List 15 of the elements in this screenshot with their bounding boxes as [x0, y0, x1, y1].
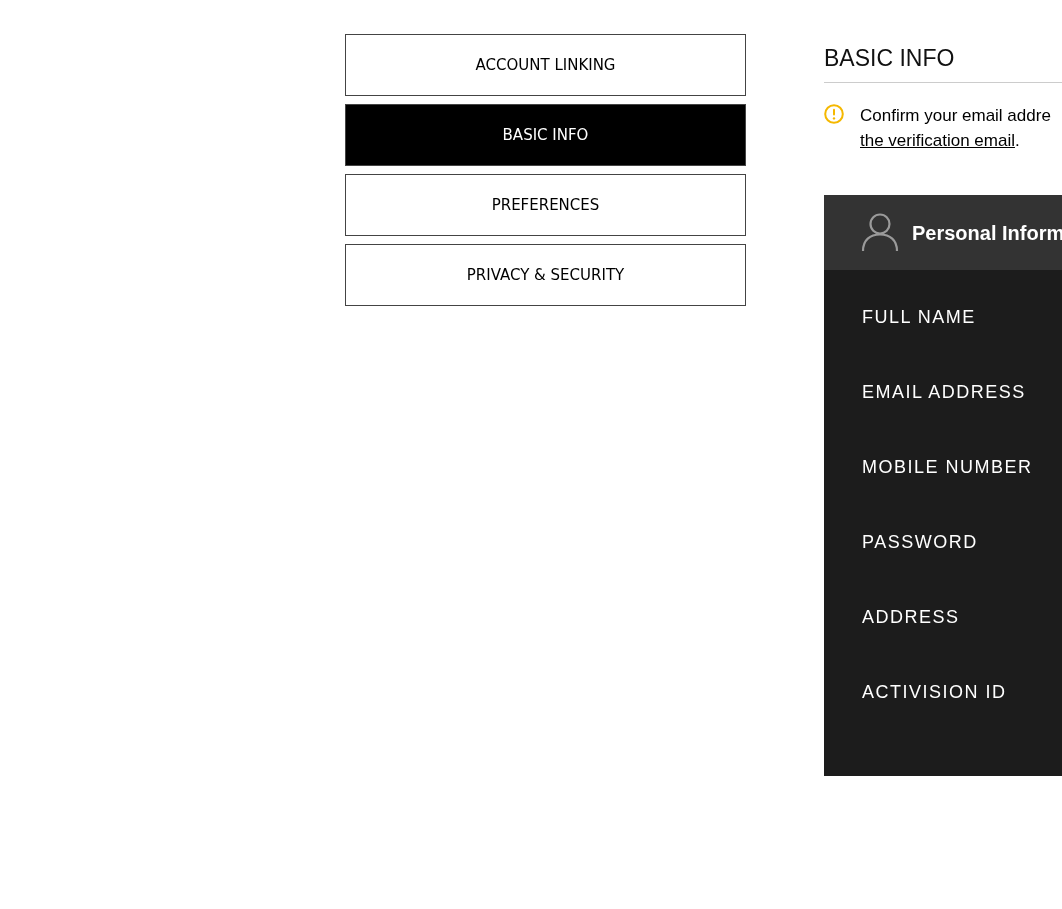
field-label: FULL NAME — [862, 306, 976, 329]
verification-email-link[interactable]: the verification email — [860, 131, 1015, 150]
field-label: EMAIL ADDRESS — [862, 381, 1026, 404]
field-label: ACTIVISION ID — [862, 681, 1007, 704]
email-confirmation-notice: Confirm your email addre the verification email. — [860, 105, 1051, 152]
nav-tab[interactable]: ACCOUNT LINKING — [345, 34, 746, 96]
nav-tab[interactable]: BASIC INFO — [345, 104, 746, 166]
nav-tab[interactable]: PREFERENCES — [345, 174, 746, 236]
field-label: ADDRESS — [862, 606, 960, 629]
user-icon — [861, 213, 899, 252]
nav-tab[interactable]: PRIVACY & SECURITY — [345, 244, 746, 306]
warning-icon — [824, 104, 844, 124]
field-label: MOBILE NUMBER — [862, 456, 1033, 479]
section-title: BASIC INFO — [824, 44, 956, 72]
field-label: PASSWORD — [862, 531, 978, 554]
